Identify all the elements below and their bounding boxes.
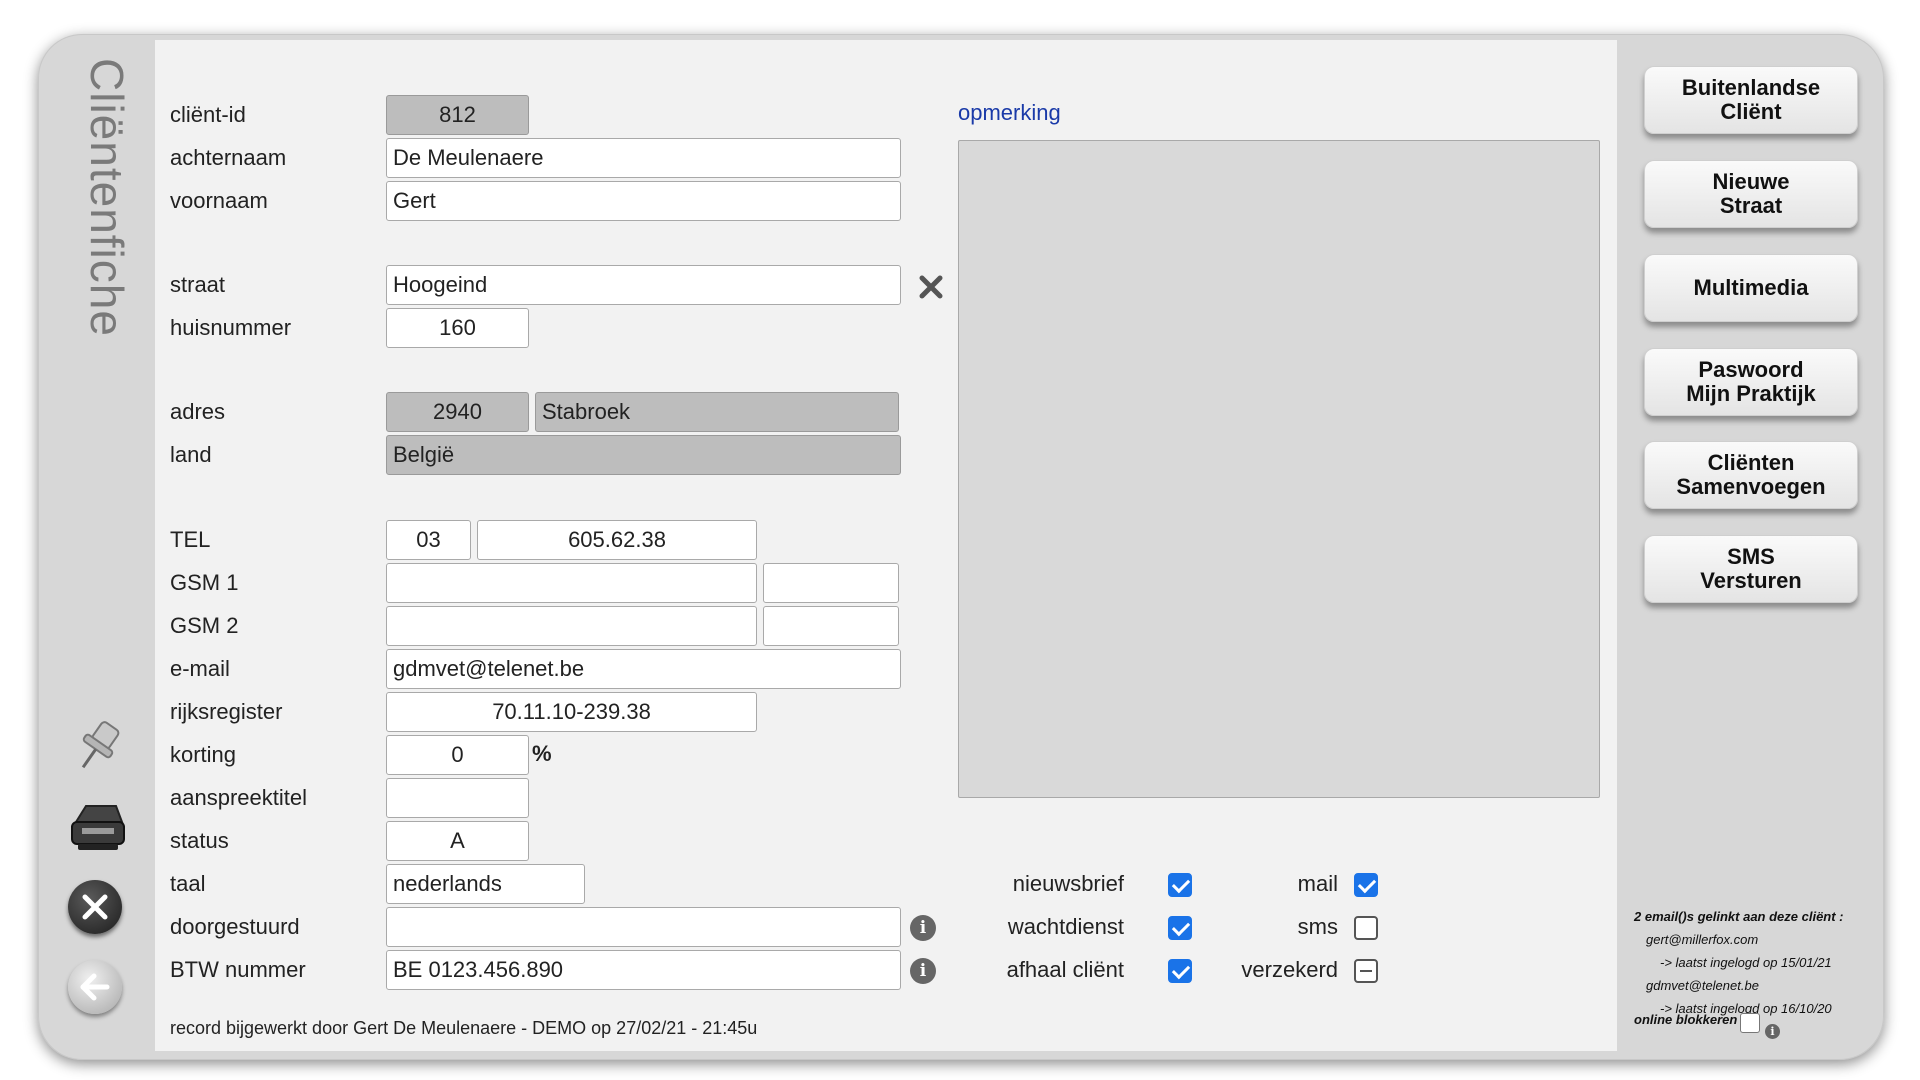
button-label: Versturen (1700, 568, 1802, 593)
sms-versturen-button[interactable]: SMS Versturen (1644, 535, 1858, 603)
percent-sign: % (532, 741, 552, 766)
adres-label: adres (170, 399, 226, 424)
button-label: Nieuwe (1712, 169, 1790, 194)
printer-icon[interactable] (68, 800, 128, 854)
button-label: Samenvoegen (1676, 474, 1826, 499)
back-arrow-icon (80, 973, 110, 1001)
gsm1-extra-field[interactable] (763, 563, 899, 603)
straat-field[interactable]: Hoogeind (386, 265, 901, 305)
mail-label: mail (1297, 871, 1338, 896)
paswoord-button[interactable]: Paswoord Mijn Praktijk (1644, 348, 1858, 416)
taal-field[interactable]: nederlands (386, 864, 585, 904)
afhaal-label: afhaal cliënt (1006, 957, 1124, 982)
aanspreektitel-label: aanspreektitel (170, 785, 307, 810)
info-icon[interactable]: i (910, 915, 936, 941)
huisnummer-label: huisnummer (170, 315, 292, 340)
doorgestuurd-label: doorgestuurd (170, 914, 300, 939)
tel-number-field[interactable]: 605.62.38 (477, 520, 757, 560)
straat-label: straat (170, 272, 226, 297)
voornaam-field[interactable]: Gert (386, 181, 901, 221)
close-button[interactable] (68, 880, 122, 934)
nieuwe-straat-button[interactable]: Nieuwe Straat (1644, 160, 1858, 228)
verzekerd-checkbox[interactable] (1354, 959, 1378, 983)
achternaam-label: achternaam (170, 145, 287, 170)
online-info: 2 email()s gelinkt aan deze cliënt : ger… (1634, 905, 1884, 1020)
taal-label: taal (170, 871, 206, 896)
page-title: Cliëntenfiche (81, 58, 133, 337)
tel-label: TEL (170, 527, 211, 552)
gsm1-field[interactable] (386, 563, 757, 603)
korting-field[interactable]: 0 (386, 735, 529, 775)
info-icon[interactable]: i (910, 958, 936, 984)
close-icon (82, 894, 108, 920)
button-label: Buitenlandse (1681, 75, 1821, 100)
button-label: Multimedia (1693, 275, 1809, 300)
button-label: Mijn Praktijk (1686, 381, 1816, 406)
email-label: e-mail (170, 656, 230, 681)
gemeente-field: Stabroek (535, 392, 899, 432)
gsm1-label: GSM 1 (170, 570, 239, 595)
achternaam-field[interactable]: De Meulenaere (386, 138, 901, 178)
multimedia-button[interactable]: Multimedia (1644, 254, 1858, 322)
gsm2-field[interactable] (386, 606, 757, 646)
status-field[interactable]: A (386, 821, 529, 861)
online-block-checkbox[interactable] (1740, 1013, 1760, 1033)
pushpin-icon[interactable] (72, 716, 124, 776)
button-label: Straat (1719, 193, 1783, 218)
email-field[interactable]: gdmvet@telenet.be (386, 649, 901, 689)
opmerking-textarea[interactable] (958, 140, 1600, 798)
gsm2-label: GSM 2 (170, 613, 239, 638)
client-id-field: 812 (386, 95, 529, 135)
land-label: land (170, 442, 212, 467)
aanspreektitel-field[interactable] (386, 778, 529, 818)
postcode-field: 2940 (386, 392, 529, 432)
land-field: België (386, 435, 901, 475)
info-icon[interactable]: i (1765, 1024, 1780, 1039)
online-header: 2 email()s gelinkt aan deze cliënt : (1634, 909, 1844, 924)
korting-label: korting (170, 742, 237, 767)
online-email-1: gert@millerfox.com (1646, 932, 1759, 947)
client-id-label: cliënt-id (170, 102, 246, 127)
rijksregister-field[interactable]: 70.11.10-239.38 (386, 692, 757, 732)
btw-field[interactable]: BE 0123.456.890 (386, 950, 901, 990)
button-label: Paswoord (1698, 357, 1804, 382)
button-label: SMS (1727, 544, 1775, 569)
tel-prefix-field[interactable]: 03 (386, 520, 471, 560)
sms-label: sms (1297, 914, 1338, 939)
button-label: Cliënt (1720, 99, 1782, 124)
wachtdienst-label: wachtdienst (1007, 914, 1124, 939)
mail-checkbox[interactable] (1354, 873, 1378, 897)
btw-label: BTW nummer (170, 957, 306, 982)
gsm2-extra-field[interactable] (763, 606, 899, 646)
clear-x-icon[interactable] (916, 272, 946, 302)
rijksregister-label: rijksregister (170, 699, 283, 724)
verzekerd-label: verzekerd (1241, 957, 1338, 982)
sms-checkbox[interactable] (1354, 916, 1378, 940)
status-label: status (170, 828, 229, 853)
online-email-2: gdmvet@telenet.be (1646, 978, 1759, 993)
online-block-label: online blokkeren (1634, 1012, 1738, 1027)
buitenlandse-client-button[interactable]: Buitenlandse Cliënt (1644, 66, 1858, 134)
huisnummer-field[interactable]: 160 (386, 308, 529, 348)
doorgestuurd-field[interactable] (386, 907, 901, 947)
record-updated-text: record bijgewerkt door Gert De Meulenaer… (170, 1018, 758, 1038)
nieuwsbrief-label: nieuwsbrief (1012, 871, 1124, 896)
button-label: Cliënten (1707, 450, 1795, 475)
clienten-samenvoegen-button[interactable]: Cliënten Samenvoegen (1644, 441, 1858, 509)
online-login-1: -> laatst ingelogd op 15/01/21 (1660, 955, 1832, 970)
voornaam-label: voornaam (170, 188, 268, 213)
back-button[interactable] (68, 960, 122, 1014)
opmerking-label: opmerking (958, 100, 1061, 125)
